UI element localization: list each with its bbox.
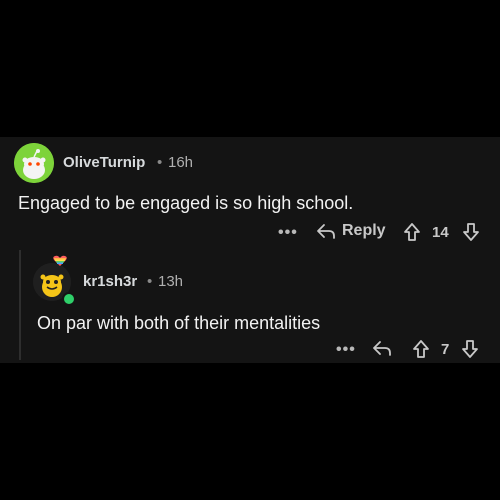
reply-label: Reply xyxy=(342,222,386,239)
more-options-button[interactable]: ••• xyxy=(336,341,356,359)
reply-button[interactable] xyxy=(372,340,392,356)
comment-timestamp: 16h xyxy=(168,154,194,171)
comment-author[interactable]: kr1sh3r xyxy=(83,273,137,290)
downvote-arrow-icon xyxy=(462,340,478,358)
more-options-icon: ••• xyxy=(336,341,356,358)
vote-count: 14 xyxy=(432,224,449,241)
reply-button[interactable]: Reply xyxy=(316,222,386,240)
comment-timestamp: 13h xyxy=(158,273,184,290)
upvote-button[interactable] xyxy=(403,222,421,242)
page: OliveTurnip • 16h Engaged to be engaged … xyxy=(0,0,500,500)
snoo-avatar-icon xyxy=(14,143,54,183)
reply-arrow-icon xyxy=(316,223,336,239)
downvote-arrow-icon xyxy=(463,223,479,241)
more-options-icon: ••• xyxy=(278,224,298,241)
meta-separator: • xyxy=(147,273,153,290)
thread-line[interactable] xyxy=(19,250,21,360)
downvote-button[interactable] xyxy=(461,339,479,359)
upvote-button[interactable] xyxy=(412,339,430,359)
comment-body: Engaged to be engaged is so high school. xyxy=(18,193,354,213)
reply-arrow-icon xyxy=(373,341,391,356)
more-options-button[interactable]: ••• xyxy=(278,224,298,242)
vote-count: 7 xyxy=(441,341,450,358)
comment-body: On par with both of their mentalities xyxy=(37,313,321,333)
comment-author[interactable]: OliveTurnip xyxy=(63,154,145,171)
online-status-dot xyxy=(62,292,76,306)
meta-separator: • xyxy=(157,154,163,171)
downvote-button[interactable] xyxy=(462,222,480,242)
rainbow-heart-icon xyxy=(52,254,68,272)
upvote-arrow-icon xyxy=(413,340,429,358)
avatar[interactable] xyxy=(14,143,54,183)
upvote-arrow-icon xyxy=(404,223,420,241)
